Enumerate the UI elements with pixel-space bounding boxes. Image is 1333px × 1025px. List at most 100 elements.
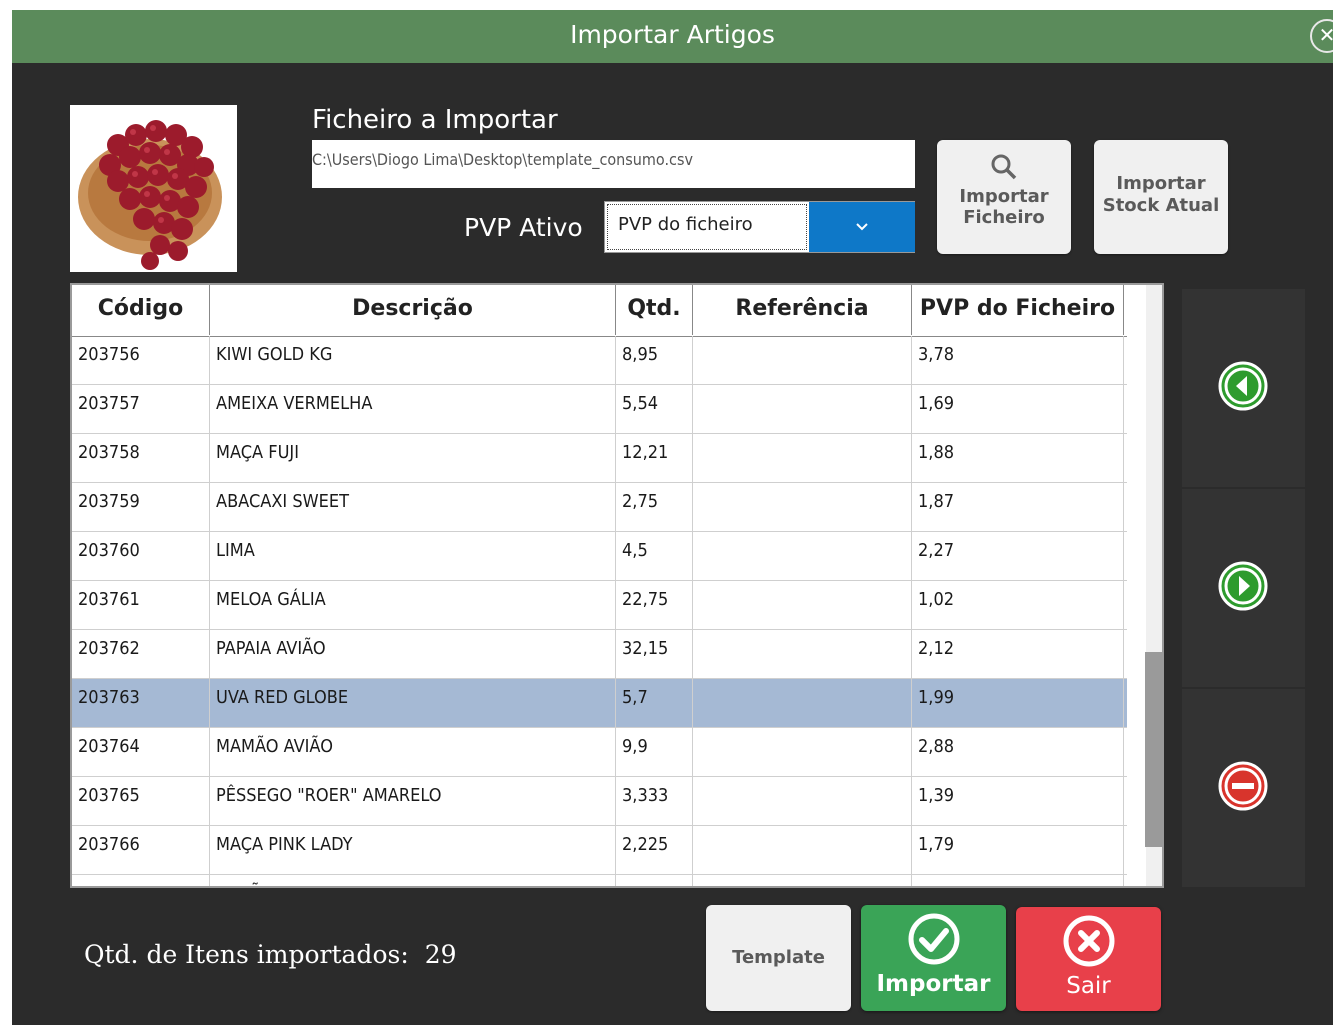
table-row[interactable]: 203760 LIMA 4,5 2,27 (72, 532, 1127, 581)
table-cell: 1,99 (912, 679, 1124, 727)
file-path-input[interactable]: C:\Users\Diogo Lima\Desktop\template_con… (312, 140, 915, 188)
prev-panel[interactable] (1182, 289, 1305, 487)
exit-label: Sair (1066, 973, 1111, 999)
imported-count-value: 29 (424, 940, 457, 969)
table-cell: 203759 (72, 483, 210, 531)
items-table: Código Descrição Qtd. Referência PVP do … (70, 283, 1164, 888)
table-cell: 8,95 (616, 336, 693, 384)
column-header-codigo[interactable]: Código (72, 285, 210, 335)
table-cell: PAPAIA AVIÃO (210, 630, 616, 678)
table-cell: 1,3 (912, 875, 1124, 886)
table-cell: 1,87 (912, 483, 1124, 531)
exit-button[interactable]: Sair (1016, 907, 1161, 1011)
table-row[interactable]: 203762 PAPAIA AVIÃO 32,15 2,12 (72, 630, 1127, 679)
window-title: Importar Artigos (570, 20, 775, 49)
grapes-image (78, 120, 222, 270)
table-cell (693, 483, 912, 531)
table-cell (693, 679, 912, 727)
import-button[interactable]: Importar (861, 905, 1006, 1011)
table-cell (693, 532, 912, 580)
table-row[interactable]: 203759 ABACAXI SWEET 2,75 1,87 (72, 483, 1127, 532)
arrow-right-circle-icon[interactable] (1218, 561, 1268, 611)
table-row[interactable]: 203766 MAÇA PINK LADY 2,225 1,79 (72, 826, 1127, 875)
table-cell: 1,39 (912, 777, 1124, 825)
table-row[interactable]: 203765 PÊSSEGO "ROER" AMARELO 3,333 1,39 (72, 777, 1127, 826)
table-cell: 9,9 (616, 728, 693, 776)
product-image (70, 105, 237, 272)
table-cell: LIMA (210, 532, 616, 580)
table-cell: 203763 (72, 679, 210, 727)
template-button[interactable]: Template (706, 905, 851, 1011)
pvp-label: PVP Ativo (464, 213, 583, 242)
title-bar: Importar Artigos ✕ (12, 10, 1333, 63)
table-cell: UVA RED GLOBE (210, 679, 616, 727)
import-file-label-1: Importar (959, 186, 1049, 207)
chevron-down-icon[interactable] (809, 202, 915, 252)
column-header-qtd[interactable]: Qtd. (616, 285, 693, 335)
table-cell: 2,27 (912, 532, 1124, 580)
table-cell: 1,79 (912, 826, 1124, 874)
table-cell: KIWI GOLD KG (210, 336, 616, 384)
table-row[interactable]: 203767MELÃO VERDE1,5 1,3 (72, 875, 1127, 886)
scrollbar-thumb[interactable] (1145, 652, 1162, 847)
imported-count-row: Qtd. de Itens importados: 29 (84, 940, 457, 969)
column-header-referencia[interactable]: Referência (693, 285, 912, 335)
minus-circle-icon[interactable] (1218, 761, 1268, 811)
table-cell: 3,333 (616, 777, 693, 825)
table-cell: MELOA GÁLIA (210, 581, 616, 629)
column-header-pvp[interactable]: PVP do Ficheiro (912, 285, 1124, 335)
table-cell (693, 875, 912, 886)
table-cell: 3,78 (912, 336, 1124, 384)
column-header-descricao[interactable]: Descrição (210, 285, 616, 335)
table-cell: MAÇA FUJI (210, 434, 616, 482)
table-cell: 1,69 (912, 385, 1124, 433)
table-header: Código Descrição Qtd. Referência PVP do … (72, 285, 1127, 337)
table-row[interactable]: 203761 MELOA GÁLIA 22,75 1,02 (72, 581, 1127, 630)
pvp-select[interactable]: PVP do ficheiro (604, 201, 915, 253)
table-row[interactable]: 203758 MAÇA FUJI 12,21 1,88 (72, 434, 1127, 483)
search-icon (991, 154, 1017, 180)
table-cell (693, 385, 912, 433)
table-cell: 203762 (72, 630, 210, 678)
table-cell: 2,225 (616, 826, 693, 874)
template-label: Template (732, 947, 825, 968)
import-stock-button[interactable]: Importar Stock Atual (1094, 140, 1228, 254)
import-label: Importar (876, 971, 991, 997)
table-cell: 203766 (72, 826, 210, 874)
table-cell: 203756 (72, 336, 210, 384)
arrow-left-circle-icon[interactable] (1218, 361, 1268, 411)
table-cell: 12,21 (616, 434, 693, 482)
table-cell: 5,7 (616, 679, 693, 727)
next-panel[interactable] (1182, 489, 1305, 687)
table-cell: 22,75 (616, 581, 693, 629)
table-cell (693, 826, 912, 874)
table-row[interactable]: 203763 UVA RED GLOBE 5,7 1,99 (72, 679, 1127, 728)
table-cell: 203761 (72, 581, 210, 629)
table-cell: MAMÃO AVIÃO (210, 728, 616, 776)
table-cell: 203764 (72, 728, 210, 776)
import-file-label-2: Ficheiro (963, 207, 1045, 228)
table-cell (693, 434, 912, 482)
table-cell: 1,5 (616, 875, 693, 886)
table-row[interactable]: 203764 MAMÃO AVIÃO 9,9 2,88 (72, 728, 1127, 777)
table-cell (693, 581, 912, 629)
table-cell: AMEIXA VERMELHA (210, 385, 616, 433)
table-cell: 4,5 (616, 532, 693, 580)
table-cell (693, 777, 912, 825)
remove-panel[interactable] (1182, 689, 1305, 887)
imported-count-label: Qtd. de Itens importados: (84, 940, 409, 969)
import-window: Importar Artigos ✕ Ficheiro a Importar C… (12, 10, 1333, 1025)
table-cell (693, 336, 912, 384)
table-cell: 203765 (72, 777, 210, 825)
import-file-button[interactable]: Importar Ficheiro (937, 140, 1071, 254)
table-row[interactable]: 203757 AMEIXA VERMELHA 5,54 1,69 (72, 385, 1127, 434)
import-stock-label-1: Importar (1116, 173, 1206, 194)
table-cell: 203767 (72, 875, 210, 886)
table-row[interactable]: 203756 KIWI GOLD KG 8,95 3,78 (72, 336, 1127, 385)
table-cell: 1,88 (912, 434, 1124, 482)
table-cell: 2,12 (912, 630, 1124, 678)
file-path-value: C:\Users\Diogo Lima\Desktop\template_con… (312, 150, 693, 169)
table-cell: 32,15 (616, 630, 693, 678)
table-cell: 203760 (72, 532, 210, 580)
table-cell: 2,88 (912, 728, 1124, 776)
